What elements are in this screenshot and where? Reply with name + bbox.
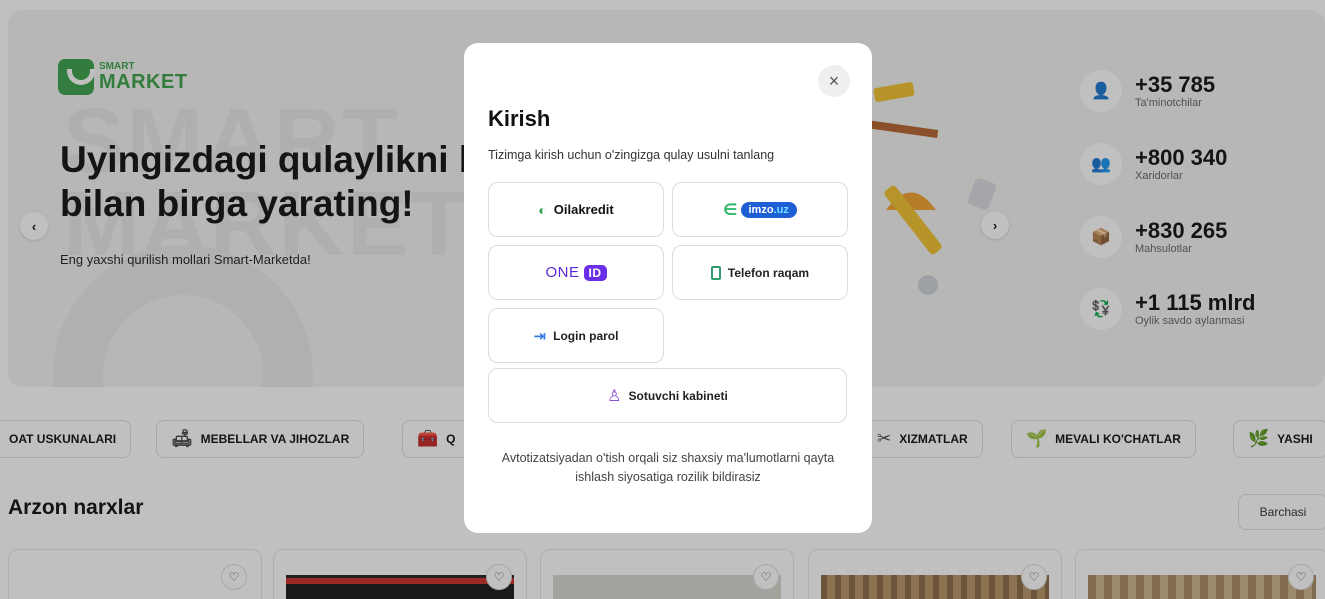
- phone-icon: [710, 265, 721, 280]
- close-icon[interactable]: ×: [818, 65, 850, 97]
- page: SMART MARKET SMART MARKET Uyingizdagi qu…: [0, 0, 1325, 599]
- seller-cabinet-button[interactable]: ♙ Sotuvchi kabineti: [488, 368, 847, 423]
- oneid-text: ONE: [545, 264, 580, 281]
- modal-title: Kirish: [488, 106, 551, 131]
- oilakredit-logo-icon: ◐: [538, 201, 547, 218]
- privacy-note: Avtotizatsiyadan o'tish orqali siz shaxs…: [501, 451, 835, 484]
- imzo-domain: .uz: [773, 203, 789, 216]
- oneid-badge: ID: [583, 264, 607, 281]
- login-imzo-button[interactable]: ∈ imzo.uz: [672, 182, 848, 237]
- login-phone-button[interactable]: Telefon raqam: [672, 245, 848, 300]
- phone-label: Telefon raqam: [727, 265, 810, 280]
- imzo-e-icon: ∈: [723, 201, 738, 219]
- imzo-label: imzo: [748, 203, 774, 216]
- seller-icon: ♙: [607, 387, 622, 405]
- oilakredit-label: Oilakredit: [553, 202, 614, 217]
- login-icon: ⇥: [533, 327, 547, 345]
- login-label: Login parol: [553, 328, 619, 343]
- modal-subtitle: Tizimga kirish uchun o'zingizga qulay us…: [488, 148, 775, 162]
- oneid-logo: ONE ID: [545, 264, 607, 281]
- login-password-button[interactable]: ⇥ Login parol: [488, 308, 664, 363]
- login-oilakredit-button[interactable]: ◐ Oilakredit: [488, 182, 664, 237]
- seller-label: Sotuvchi kabineti: [628, 388, 728, 403]
- login-oneid-button[interactable]: ONE ID: [488, 245, 664, 300]
- login-modal: × Kirish Tizimga kirish uchun o'zingizga…: [464, 43, 872, 533]
- imzo-logo: ∈ imzo.uz: [723, 200, 797, 220]
